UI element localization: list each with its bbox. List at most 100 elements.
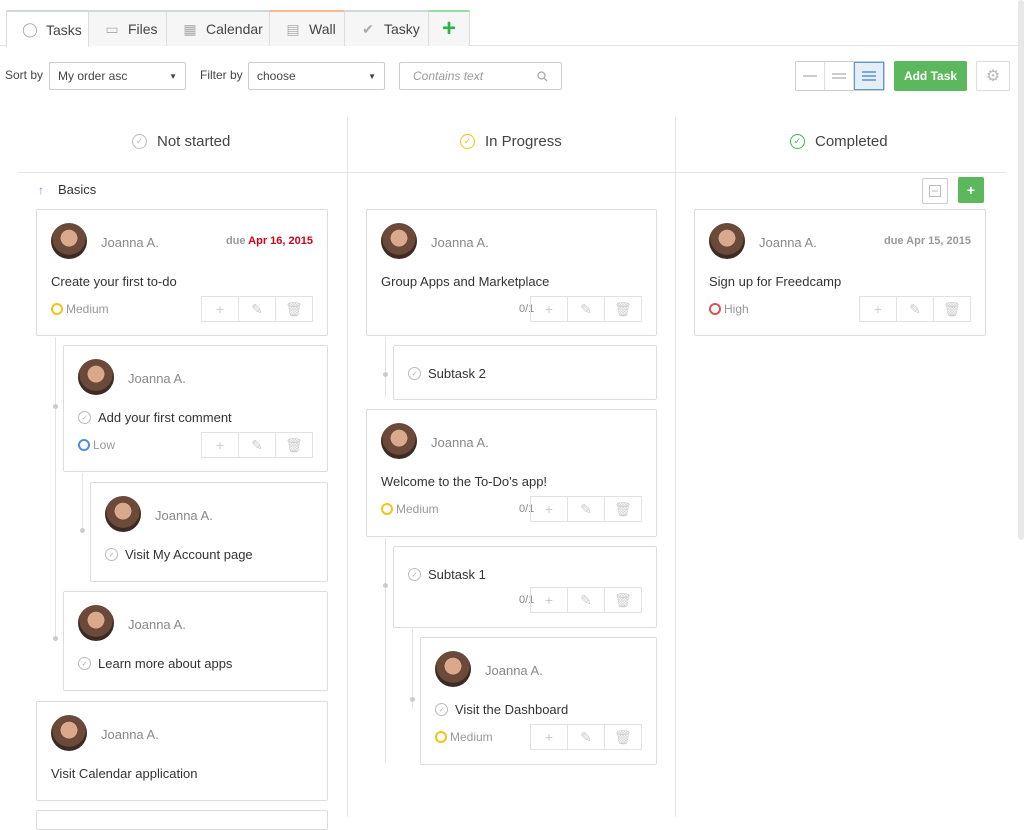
task-title[interactable]: ✓ Learn more about apps <box>78 656 232 671</box>
sort-select[interactable]: My order asc ▼ <box>49 62 186 90</box>
search-placeholder: Contains text <box>413 69 484 83</box>
avatar <box>78 359 114 395</box>
tree-line <box>55 337 56 637</box>
task-title[interactable]: ✓ Visit My Account page <box>105 547 253 562</box>
subtask-card[interactable]: ✓ Subtask 1 0/1 + ✎ 🗑 <box>393 546 657 628</box>
task-card[interactable]: Joanna A. due Apr 15, 2015 Sign up for F… <box>694 209 986 336</box>
trash-icon[interactable]: 🗑 <box>934 297 970 321</box>
trash-icon[interactable]: 🗑 <box>605 297 641 321</box>
task-card[interactable]: Joanna A. ✓ Add your first comment Low + ✎… <box>63 345 328 472</box>
filter-select[interactable]: choose ▼ <box>248 62 385 90</box>
trash-icon[interactable]: 🗑 <box>276 297 312 321</box>
collapse-icon <box>929 185 941 197</box>
edit-icon[interactable]: ✎ <box>568 588 605 612</box>
author-name: Joanna A. <box>155 508 213 523</box>
trash-icon[interactable]: 🗑 <box>605 725 641 749</box>
tab-files[interactable]: ▭ Files <box>88 10 167 46</box>
task-card[interactable]: Joanna A. due Apr 16, 2015 Create your f… <box>36 209 328 336</box>
tab-calendar[interactable]: ▦ Calendar <box>166 10 270 46</box>
group-header[interactable]: ↑ Basics <box>38 182 96 197</box>
check-circle-icon[interactable]: ✓ <box>408 367 421 380</box>
task-card[interactable]: Joanna A. Group Apps and Marketplace 0/1… <box>366 209 657 336</box>
add-subtask-button[interactable]: + <box>531 725 568 749</box>
header-divider <box>18 172 1006 173</box>
calendar-icon: ▦ <box>183 20 197 37</box>
task-card[interactable]: Joanna A. Welcome to the To-Do's app! Me… <box>366 409 657 537</box>
trash-icon[interactable]: 🗑 <box>605 588 641 612</box>
add-subtask-button[interactable]: + <box>202 433 239 457</box>
collapse-all-button[interactable] <box>922 178 948 204</box>
task-card[interactable] <box>36 810 328 830</box>
add-subtask-button[interactable]: + <box>531 497 568 521</box>
task-title[interactable]: Visit Calendar application <box>51 766 197 781</box>
priority-badge[interactable]: Medium <box>381 502 439 516</box>
task-title[interactable]: Sign up for Freedcamp <box>709 274 841 289</box>
task-title[interactable]: Group Apps and Marketplace <box>381 274 549 289</box>
tab-wall[interactable]: ▤ Wall <box>269 10 345 46</box>
tab-tasks[interactable]: ◯ Tasks <box>6 10 89 47</box>
due-date-value: Apr 16, 2015 <box>248 235 313 247</box>
priority-dot <box>435 731 447 743</box>
due-date: due Apr 16, 2015 <box>226 235 313 247</box>
check-circle-icon[interactable]: ✓ <box>78 657 91 670</box>
checkmark-icon: ✔ <box>362 20 374 37</box>
tree-node <box>53 636 58 641</box>
author-name: Joanna A. <box>431 435 489 450</box>
edit-icon[interactable]: ✎ <box>568 297 605 321</box>
avatar <box>105 496 141 532</box>
scrollbar[interactable] <box>1018 0 1024 540</box>
priority-badge[interactable]: High <box>709 302 749 316</box>
task-title[interactable]: Create your first to-do <box>51 274 177 289</box>
task-card[interactable]: Joanna A. ✓ Visit the Dashboard Medium + ✎… <box>420 637 657 765</box>
tree-node <box>80 528 85 533</box>
trash-icon[interactable]: 🗑 <box>605 497 641 521</box>
tab-bar: ◯ Tasks ▭ Files ▦ Calendar ▤ Wall ✔ Task… <box>0 0 1024 47</box>
view-expanded-button[interactable] <box>854 62 884 90</box>
line-icon <box>803 75 817 77</box>
task-title[interactable]: ✓ Subtask 1 <box>408 567 486 582</box>
edit-icon[interactable]: ✎ <box>239 433 276 457</box>
task-title[interactable]: ✓ Visit the Dashboard <box>435 702 568 717</box>
priority-badge[interactable]: Medium <box>51 302 109 316</box>
tab-tasky[interactable]: ✔ Tasky <box>344 10 429 46</box>
add-subtask-button[interactable]: + <box>202 297 239 321</box>
gear-icon[interactable]: ⚙ <box>976 61 1010 91</box>
task-actions: + ✎ 🗑 <box>530 496 642 522</box>
search-input[interactable]: Contains text <box>399 62 562 90</box>
add-group-task-button[interactable]: + <box>958 177 984 203</box>
check-circle-icon[interactable]: ✓ <box>105 548 118 561</box>
add-app-tab[interactable]: + <box>428 10 470 46</box>
author-name: Joanna A. <box>485 663 543 678</box>
view-normal-button[interactable] <box>825 62 854 90</box>
trash-icon[interactable]: 🗑 <box>276 433 312 457</box>
tree-line <box>385 337 386 397</box>
subtask-card[interactable]: ✓ Subtask 2 <box>393 345 657 400</box>
task-title-text: Subtask 2 <box>428 366 486 381</box>
check-circle-icon[interactable]: ✓ <box>408 568 421 581</box>
task-card[interactable]: Joanna A. ✓ Visit My Account page <box>90 482 328 582</box>
add-subtask-button[interactable]: + <box>531 588 568 612</box>
view-compact-button[interactable] <box>796 62 825 90</box>
due-prefix: due <box>225 235 246 247</box>
arrow-up-icon: ↑ <box>38 182 44 197</box>
task-card[interactable]: Joanna A. ✓ Learn more about apps <box>63 591 328 691</box>
task-card[interactable]: Joanna A. Visit Calendar application <box>36 701 328 801</box>
edit-icon[interactable]: ✎ <box>897 297 934 321</box>
author-name: Joanna A. <box>759 235 817 250</box>
task-title[interactable]: ✓ Subtask 2 <box>408 366 486 381</box>
check-circle-icon[interactable]: ✓ <box>78 411 91 424</box>
add-task-button[interactable]: Add Task <box>894 61 967 91</box>
add-subtask-button[interactable]: + <box>531 297 568 321</box>
edit-icon[interactable]: ✎ <box>239 297 276 321</box>
filter-label: Filter by <box>200 68 243 82</box>
task-title[interactable]: ✓ Add your first comment <box>78 410 232 425</box>
edit-icon[interactable]: ✎ <box>568 725 605 749</box>
check-circle-icon[interactable]: ✓ <box>435 703 448 716</box>
sort-value: My order asc <box>58 69 128 83</box>
priority-badge[interactable]: Low <box>78 438 115 452</box>
priority-badge[interactable]: Medium <box>435 730 493 744</box>
add-subtask-button[interactable]: + <box>860 297 897 321</box>
task-title[interactable]: Welcome to the To-Do's app! <box>381 474 547 489</box>
avatar <box>381 223 417 259</box>
edit-icon[interactable]: ✎ <box>568 497 605 521</box>
